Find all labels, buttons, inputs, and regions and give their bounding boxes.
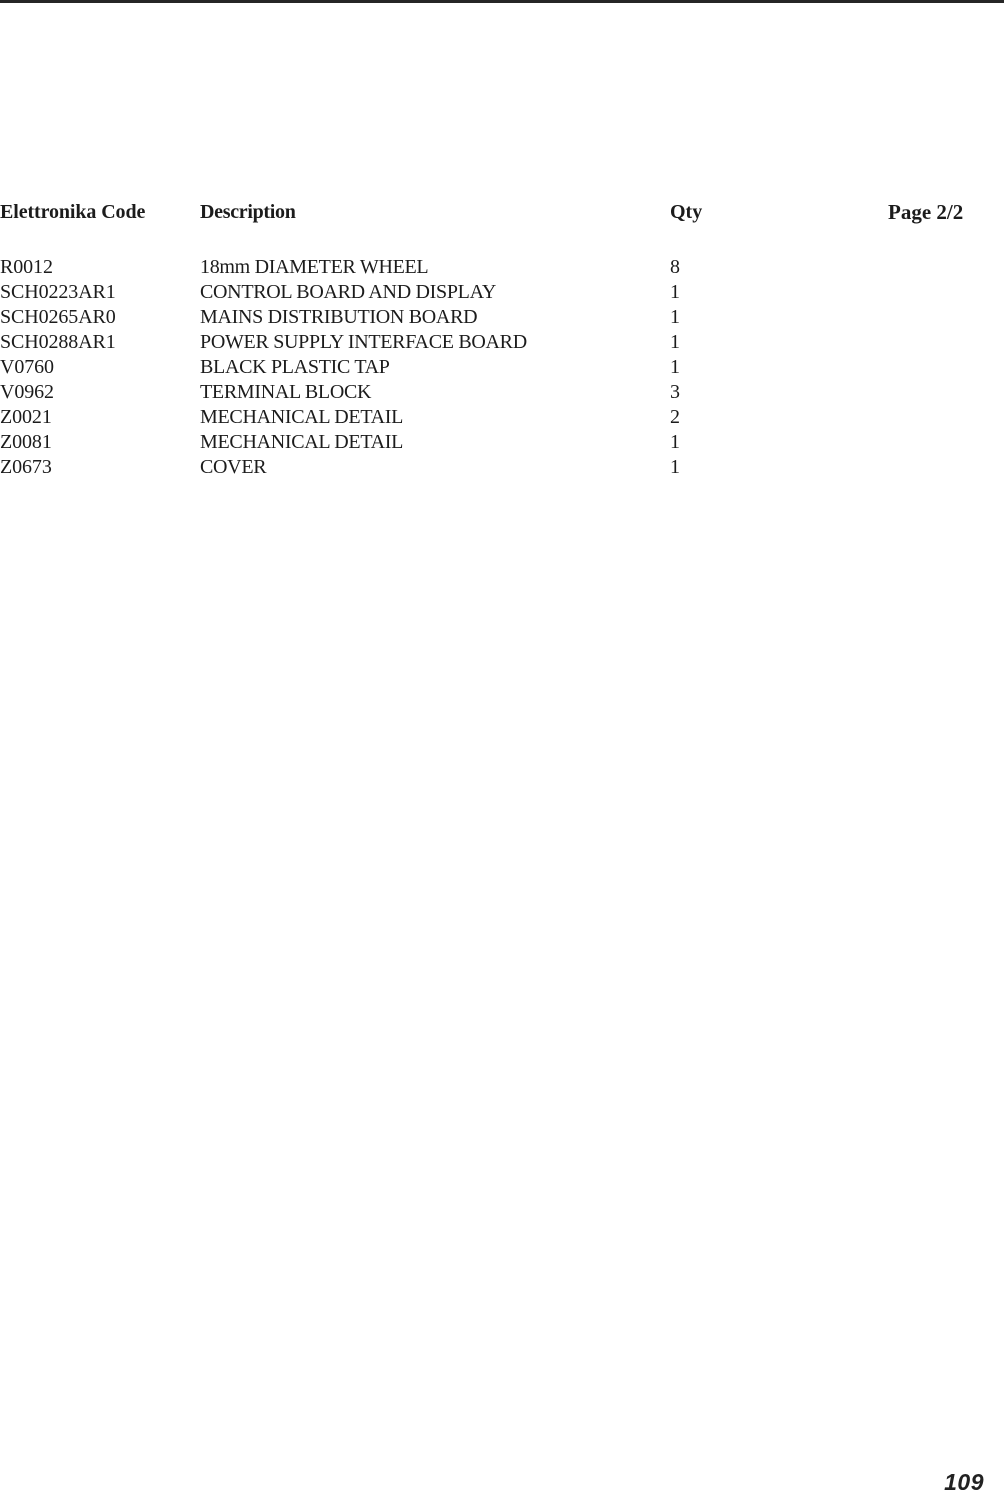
cell-qty: 1 xyxy=(670,356,680,378)
table-header-row: Elettronika Code Description Qty Page 2/… xyxy=(0,196,1004,228)
cell-code: R0012 xyxy=(0,256,53,278)
cell-qty: 2 xyxy=(670,406,680,428)
cell-description: 18mm DIAMETER WHEEL xyxy=(200,256,429,278)
cell-qty: 1 xyxy=(670,281,680,303)
table-row: SCH0288AR1 POWER SUPPLY INTERFACE BOARD … xyxy=(0,330,1004,355)
table-row: SCH0223AR1 CONTROL BOARD AND DISPLAY 1 xyxy=(0,280,1004,305)
cell-description: POWER SUPPLY INTERFACE BOARD xyxy=(200,331,527,353)
page-number: 109 xyxy=(944,1469,984,1495)
header-body-gap xyxy=(0,228,1004,255)
cell-description: COVER xyxy=(200,456,267,478)
cell-code: Z0673 xyxy=(0,456,52,478)
cell-code: V0962 xyxy=(0,381,54,403)
cell-code: Z0081 xyxy=(0,431,52,453)
cell-code: Z0021 xyxy=(0,406,52,428)
cell-description: BLACK PLASTIC TAP xyxy=(200,356,390,378)
parts-list-table: Elettronika Code Description Qty Page 2/… xyxy=(0,196,1004,480)
table-row: Z0021 MECHANICAL DETAIL 2 xyxy=(0,405,1004,430)
table-row: R0012 18mm DIAMETER WHEEL 8 xyxy=(0,255,1004,280)
cell-description: MAINS DISTRIBUTION BOARD xyxy=(200,306,478,328)
cell-description: MECHANICAL DETAIL xyxy=(200,431,404,453)
cell-qty: 1 xyxy=(670,431,680,453)
table-row: V0962 TERMINAL BLOCK 3 xyxy=(0,380,1004,405)
page-indicator: Page 2/2 xyxy=(888,200,964,224)
cell-code: SCH0265AR0 xyxy=(0,306,116,328)
cell-qty: 1 xyxy=(670,331,680,353)
table-row: Z0673 COVER 1 xyxy=(0,455,1004,480)
cell-code: V0760 xyxy=(0,356,54,378)
table-row: SCH0265AR0 MAINS DISTRIBUTION BOARD 1 xyxy=(0,305,1004,330)
column-header-description: Description xyxy=(200,201,296,223)
column-header-qty: Qty xyxy=(670,201,703,223)
cell-description: TERMINAL BLOCK xyxy=(200,381,372,403)
cell-description: CONTROL BOARD AND DISPLAY xyxy=(200,281,497,303)
cell-qty: 1 xyxy=(670,306,680,328)
top-edge-rule xyxy=(0,0,1004,3)
cell-code: SCH0223AR1 xyxy=(0,281,116,303)
table-row: Z0081 MECHANICAL DETAIL 1 xyxy=(0,430,1004,455)
table-row: V0760 BLACK PLASTIC TAP 1 xyxy=(0,355,1004,380)
cell-qty: 3 xyxy=(670,381,680,403)
cell-description: MECHANICAL DETAIL xyxy=(200,406,404,428)
cell-code: SCH0288AR1 xyxy=(0,331,116,353)
column-header-code: Elettronika Code xyxy=(0,201,146,223)
cell-qty: 1 xyxy=(670,456,680,478)
cell-qty: 8 xyxy=(670,256,680,278)
